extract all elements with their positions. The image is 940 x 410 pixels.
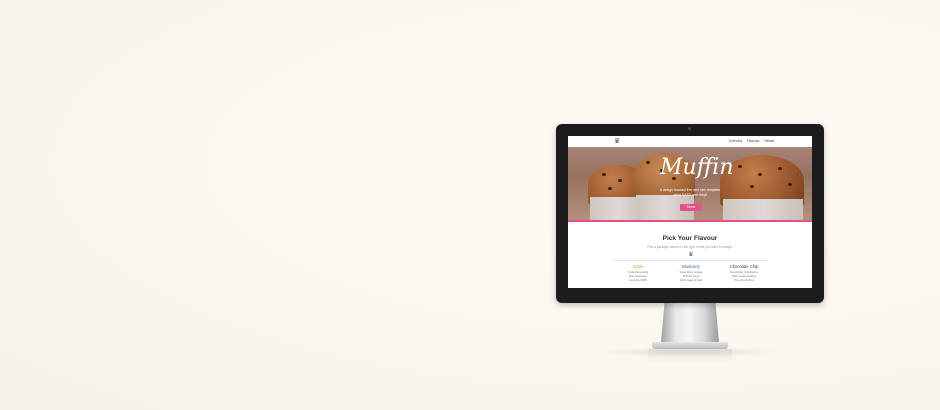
nav-link-overview[interactable]: Overview xyxy=(729,138,742,144)
flavour-feature: The introduction xyxy=(733,278,755,283)
monitor-stand xyxy=(661,303,719,343)
demo-button[interactable]: Demo xyxy=(680,204,702,211)
hero-banner: Muffin A design focused free and web tem… xyxy=(568,147,812,222)
nav-links: Overview Flavours Details xyxy=(729,138,774,144)
muffin-icon[interactable]: ♛ xyxy=(613,137,621,145)
muffin-icon: ♛ xyxy=(688,251,694,258)
hero-subtitle: A design focused free and web template u… xyxy=(650,188,730,198)
website-screen: ♛ Overview Flavours Details Muffin A des… xyxy=(568,136,812,288)
section-title: Pick Your Flavour xyxy=(662,235,718,242)
flavour-feature: Self Image of web xyxy=(679,278,703,283)
flavour-blueberry[interactable]: Blueberry Something Unique Skill the sto… xyxy=(667,264,715,283)
nav-link-flavours[interactable]: Flavours xyxy=(747,138,759,144)
hero-subtitle-line: using SASS and Jekyll xyxy=(672,193,708,197)
divider xyxy=(614,260,768,261)
flavour-list: Apple Faded Encoding Pure discovery Limi… xyxy=(614,264,768,283)
flavour-chocolate-chip[interactable]: Chocolate Chip Something to Enhance Well… xyxy=(720,264,768,283)
stand-reflection xyxy=(648,349,732,363)
monitor: ♛ Overview Flavours Details Muffin A des… xyxy=(556,124,824,303)
camera-icon xyxy=(688,127,691,130)
monitor-stand-base xyxy=(652,342,728,349)
nav-link-details[interactable]: Details xyxy=(764,138,774,144)
flavour-feature: Limit the DMS xyxy=(629,278,647,283)
hero-title: Muffin xyxy=(660,155,734,180)
apple-logo-icon xyxy=(685,290,695,300)
section-subtitle: Pick a package based on the type of site… xyxy=(647,245,733,249)
flavour-apple[interactable]: Apple Faded Encoding Pure discovery Limi… xyxy=(614,264,662,283)
